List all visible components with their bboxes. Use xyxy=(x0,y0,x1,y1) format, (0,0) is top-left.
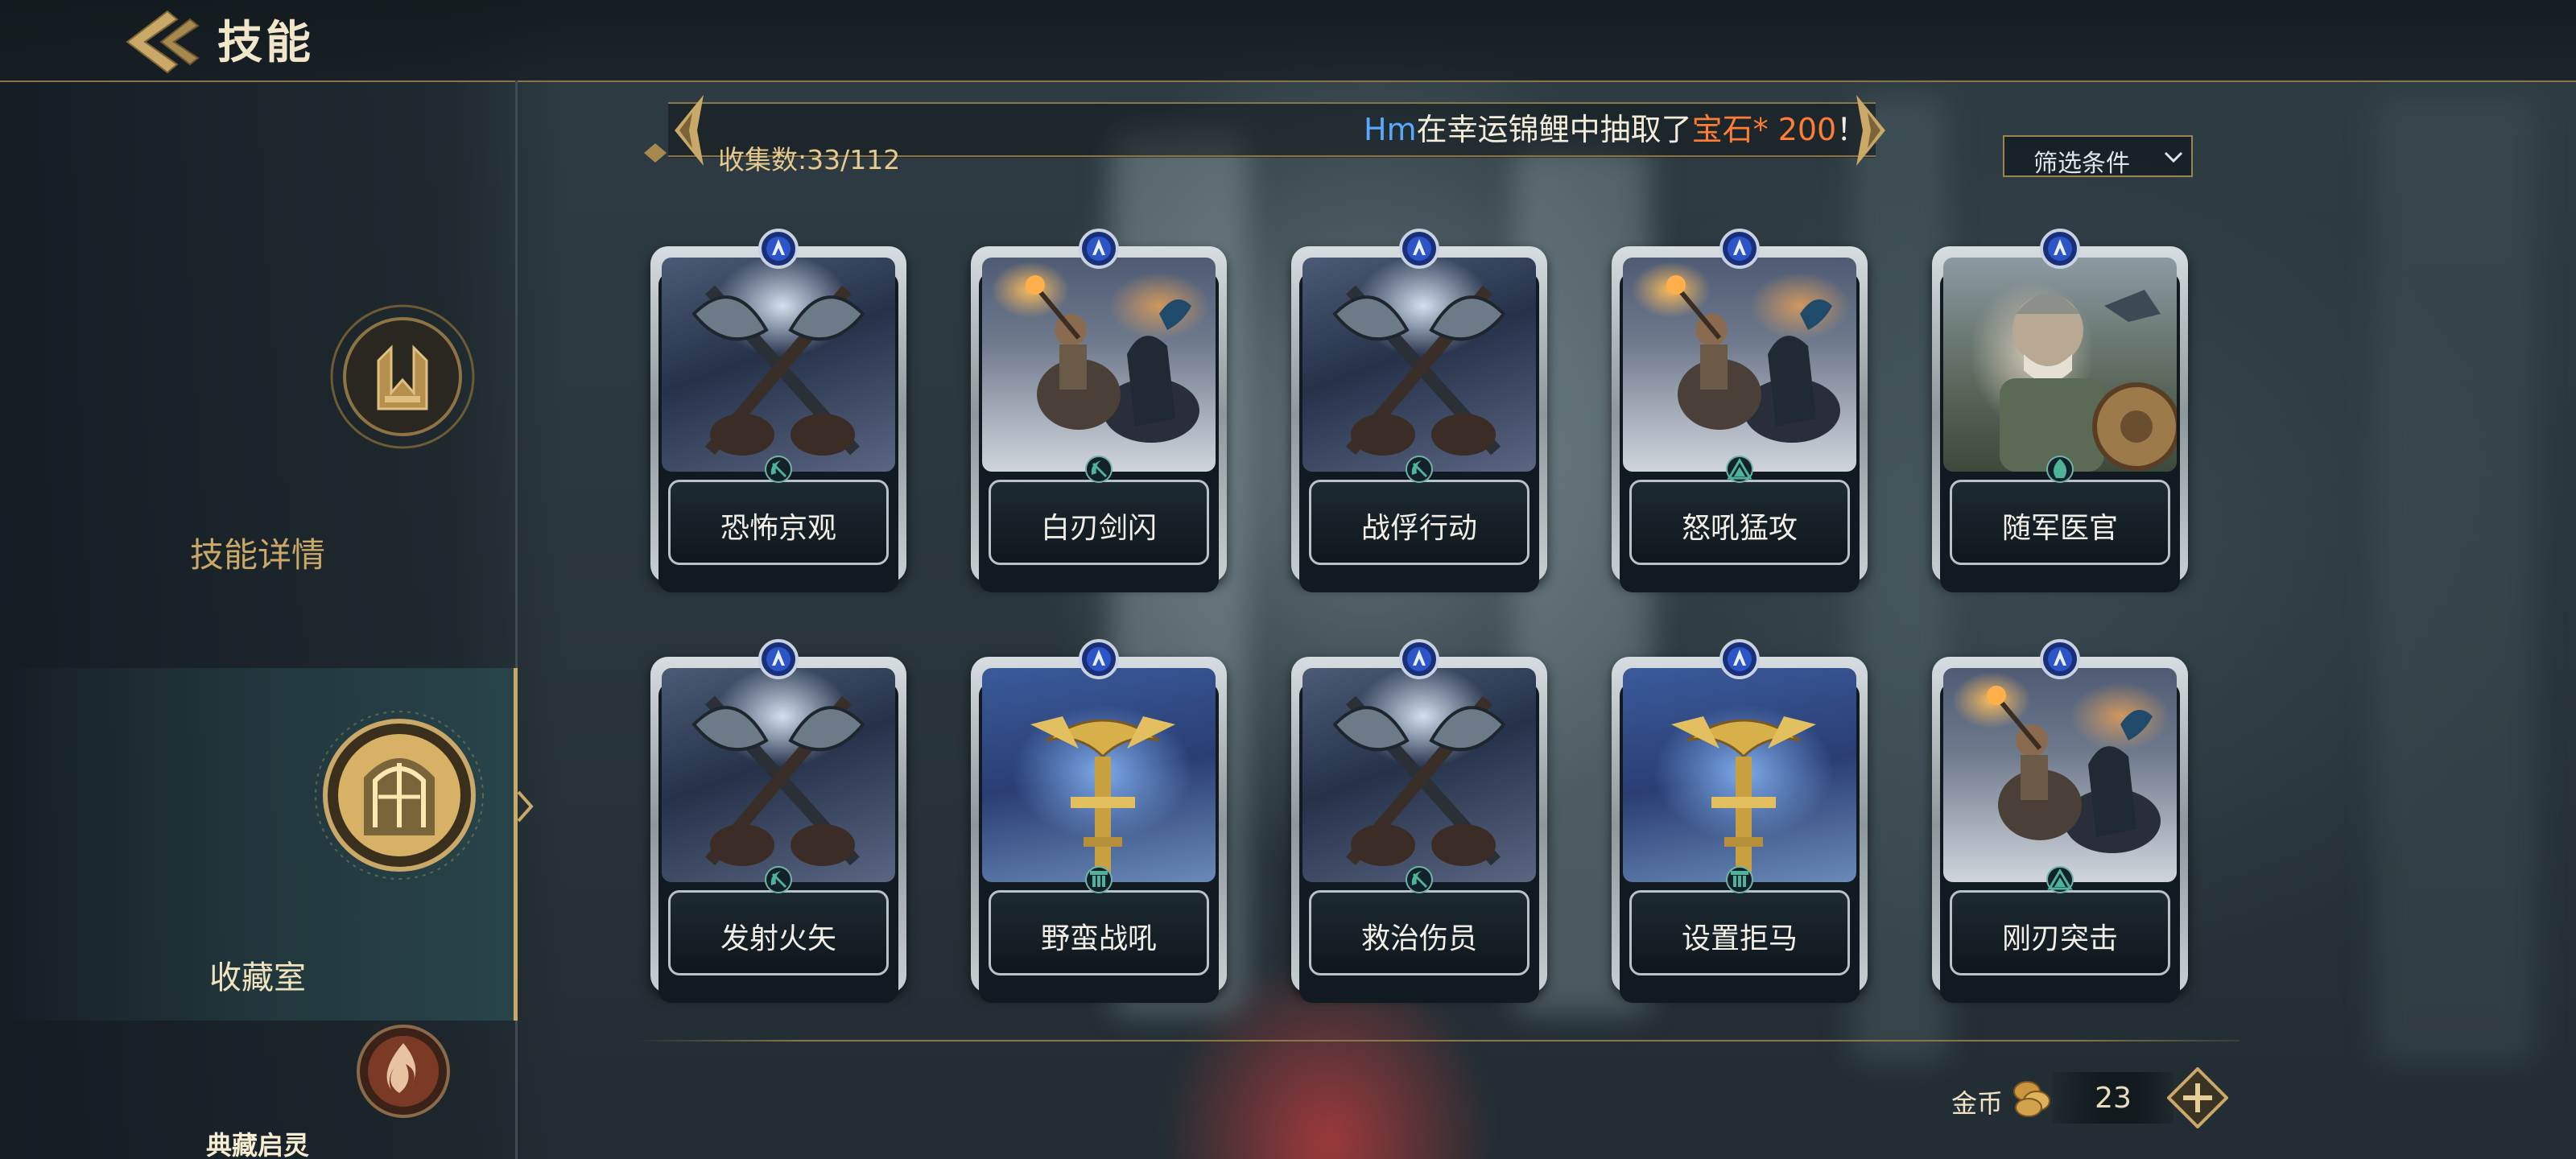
card-name: 刚刃突击 xyxy=(2001,922,2118,955)
rarity-gem-icon xyxy=(758,229,799,269)
card-art xyxy=(982,258,1216,472)
card-art xyxy=(1623,258,1856,472)
rarity-gem-icon xyxy=(2040,639,2080,679)
card-art xyxy=(1943,258,2177,472)
sidebar-item-collection-room[interactable]: 收藏室 xyxy=(0,668,534,1021)
card-name: 怒吼猛攻 xyxy=(1681,512,1798,545)
card-name: 白刃剑闪 xyxy=(1040,512,1157,545)
sickle-icon xyxy=(765,866,792,893)
rarity-gem-icon xyxy=(1399,229,1439,269)
add-gold-button[interactable] xyxy=(2167,1067,2228,1128)
card-name-plate: 刚刃突击 xyxy=(1950,890,2170,975)
rarity-gem-icon xyxy=(1079,229,1119,269)
ticker-message: Hm在幸运锦鲤中抽取了宝石* 200！ xyxy=(1364,105,1867,149)
skill-card[interactable]: 救治伤员 xyxy=(1291,639,1547,1003)
skill-details-icon xyxy=(330,304,475,449)
gold-coins-icon xyxy=(2013,1081,2050,1117)
skill-card[interactable]: 战俘行动 xyxy=(1291,229,1547,592)
sidebar-item-skill-details[interactable]: 技能详情 xyxy=(0,298,515,588)
sidebar-item-label: 技能详情 xyxy=(189,535,325,575)
filter-dropdown[interactable]: 筛选条件 xyxy=(2003,135,2193,178)
back-button[interactable] xyxy=(121,8,208,76)
card-name-plate: 战俘行动 xyxy=(1309,480,1530,565)
flame-badge-icon xyxy=(2046,456,2074,483)
chevron-down-icon xyxy=(2164,151,2183,163)
rarity-gem-icon xyxy=(1079,639,1119,679)
rarity-gem-icon xyxy=(1719,229,1760,269)
card-name: 战俘行动 xyxy=(1360,512,1477,545)
sidebar: 技能详情 收藏室 典藏启灵 xyxy=(0,80,534,1159)
sidebar-item-label: 典藏启灵 xyxy=(205,1130,309,1159)
gold-value: 23 xyxy=(2095,1082,2132,1115)
codex-flame-icon xyxy=(357,1025,450,1118)
pillar-icon xyxy=(1085,866,1113,893)
card-art xyxy=(1943,668,2177,882)
back-arrow-icon xyxy=(126,10,200,74)
ticker-user: Hm xyxy=(1364,112,1417,147)
sidebar-item-codex[interactable]: 典藏启灵 xyxy=(0,1022,515,1159)
ticker-reward: 宝石* 200 xyxy=(1691,112,1837,147)
ticker-text: 在幸运锦鲤中抽取了 xyxy=(1416,112,1692,147)
skill-card[interactable]: 野蛮战吼 xyxy=(971,639,1227,1003)
skill-card[interactable]: 设置拒马 xyxy=(1612,639,1868,1003)
skill-card[interactable]: 恐怖京观 xyxy=(650,229,906,592)
skill-card[interactable]: 刚刃突击 xyxy=(1932,639,2188,1003)
card-name-plate: 设置拒马 xyxy=(1629,890,1850,975)
card-art xyxy=(1302,668,1536,882)
sickle-icon xyxy=(1085,456,1113,483)
collection-count: 收集数:33/112 xyxy=(718,144,901,175)
card-name-plate: 随军医官 xyxy=(1950,480,2170,565)
rarity-gem-icon xyxy=(1719,639,1760,679)
card-name-plate: 救治伤员 xyxy=(1309,890,1530,975)
chevron-right-icon xyxy=(517,790,534,823)
divider xyxy=(636,1040,2240,1041)
skill-card[interactable]: 白刃剑闪 xyxy=(971,229,1227,592)
card-art xyxy=(1623,668,1856,882)
card-name: 恐怖京观 xyxy=(720,512,836,545)
card-art xyxy=(662,258,895,472)
active-indicator xyxy=(514,668,518,1021)
card-name-plate: 野蛮战吼 xyxy=(989,890,1209,975)
card-name-plate: 怒吼猛攻 xyxy=(1629,480,1850,565)
card-name: 随军医官 xyxy=(2001,512,2118,545)
card-name-plate: 恐怖京观 xyxy=(668,480,889,565)
pillar-icon xyxy=(1726,866,1753,893)
sidebar-item-label: 收藏室 xyxy=(209,959,306,996)
collection-room-icon xyxy=(315,711,484,880)
card-art xyxy=(982,668,1216,882)
skill-card[interactable]: 怒吼猛攻 xyxy=(1612,229,1868,592)
skill-card[interactable]: 发射火矢 xyxy=(650,639,906,1003)
card-art xyxy=(1302,258,1536,472)
sickle-icon xyxy=(1406,456,1433,483)
sickle-icon xyxy=(765,456,792,483)
card-name: 设置拒马 xyxy=(1681,922,1798,955)
sickle-icon xyxy=(1406,866,1433,893)
pyramid-icon xyxy=(1726,456,1753,483)
rarity-gem-icon xyxy=(2040,229,2080,269)
card-art xyxy=(662,668,895,882)
card-name-plate: 发射火矢 xyxy=(668,890,889,975)
pyramid-icon xyxy=(2046,866,2074,893)
page-title: 技能 xyxy=(217,17,314,69)
card-name: 野蛮战吼 xyxy=(1040,922,1157,955)
top-bar: 技能 xyxy=(0,0,2576,82)
card-name-plate: 白刃剑闪 xyxy=(989,480,1209,565)
gold-label: 金币 xyxy=(1951,1088,2004,1119)
rarity-gem-icon xyxy=(1399,639,1439,679)
filter-label: 筛选条件 xyxy=(2033,150,2130,178)
skill-card[interactable]: 随军医官 xyxy=(1932,229,2188,592)
card-name: 救治伤员 xyxy=(1360,922,1477,955)
ticker-end: ！ xyxy=(1836,112,1868,147)
card-name: 发射火矢 xyxy=(720,922,836,955)
rarity-gem-icon xyxy=(758,639,799,679)
